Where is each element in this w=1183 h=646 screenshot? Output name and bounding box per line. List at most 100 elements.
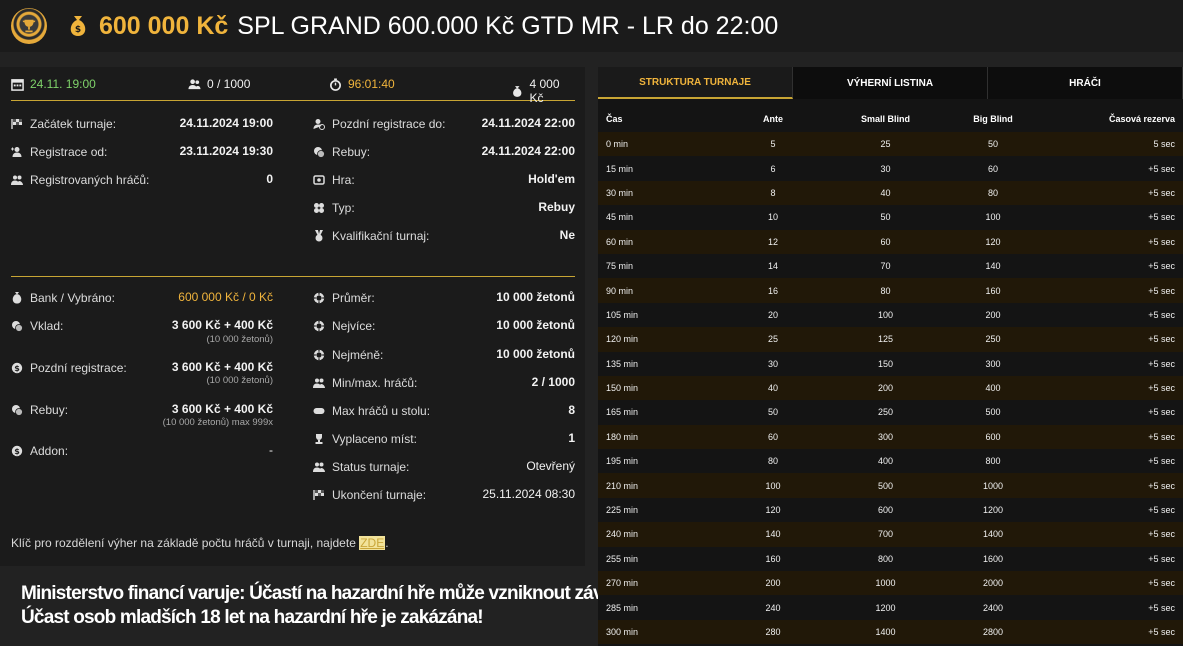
info-row-game: Hra: [313,172,355,188]
info-value-game: Hold'em [528,172,575,186]
buyin-value: 4 000 Kč [529,77,560,105]
table-cell: 5 [718,132,828,157]
money-row-least: Nejméně: [313,347,383,363]
table-cell: +5 sec [1043,546,1183,572]
money-value-late-registration: 3 600 Kč + 400 Kč [171,360,273,374]
money-value-min-max-players: 2 / 1000 [531,375,575,389]
table-row: 225 min 120 600 1200 +5 sec [598,497,1183,523]
table-cell: +5 sec [1043,253,1183,279]
table-cell: 270 min [598,571,718,596]
table-cell: 400 [943,375,1043,401]
money-value-least: 10 000 žetonů [496,347,575,361]
table-cell: +5 sec [1043,229,1183,254]
finish-flag-icon [313,490,324,500]
table-row: 195 min 80 400 800 +5 sec [598,449,1183,474]
table-cell: +5 sec [1043,327,1183,352]
table-cell: 600 [943,424,1043,450]
tab-payouts[interactable]: VÝHERNÍ LISTINA [793,67,988,99]
warning-line-2: Účast osob mladších 18 let na hazardní h… [21,607,484,628]
table-cell: 60 [718,424,828,450]
start-date-value: 24.11. 19:00 [30,77,96,91]
tab-structure[interactable]: STRUKTURA TURNAJE [598,67,793,99]
table-cell: 800 [828,546,943,572]
table-cell: +5 sec [1043,449,1183,474]
users-icon [313,462,325,472]
prize-pool-amount: 600 000 Kč [99,11,229,40]
money-sub-late-registration: (10 000 žetonů) [206,375,273,386]
user-clock-icon [313,119,325,130]
table-cell: 250 [943,327,1043,352]
money-value-average: 10 000 žetonů [496,290,575,304]
tab-players[interactable]: HRÁČI [988,67,1183,99]
table-cell: 280 [718,619,828,645]
info-row-qualification: Kvalifikační turnaj: [313,228,429,244]
table-cell: 30 [828,156,943,181]
dollar-coin-icon: $ [11,445,23,457]
flag-icon [11,119,22,129]
table-cell: 250 [828,400,943,425]
table-cell: 70 [828,253,943,279]
countdown-value: 96:01:40 [348,77,395,91]
column-header-small-blind: Small Blind [860,114,910,124]
moneybag-icon [12,292,22,304]
money-row-late-registration: $ Pozdní registrace: [11,360,127,376]
table-cell: 12 [718,229,828,254]
table-cell: 1000 [943,473,1043,498]
table-cell: 8 [718,180,828,206]
money-row-rebuy: Rebuy: [11,402,68,418]
column-header-time: Čas [606,114,623,124]
table-cell: 45 min [598,205,718,230]
table-row: 240 min 140 700 1400 +5 sec [598,522,1183,547]
info-value-registration-from: 23.11.2024 19:30 [179,144,273,158]
table-cell: 140 [943,253,1043,279]
table-cell: 1200 [828,595,943,620]
money-row-end: Ukončení turnaje: [313,487,426,503]
table-cell: +5 sec [1043,424,1183,450]
table-cell: +5 sec [1043,302,1183,328]
table-cell: 200 [718,571,828,596]
table-cell: 5 sec [1043,132,1183,157]
table-cell: 195 min [598,449,718,474]
table-cell: 16 [718,278,828,303]
money-value-deposit: 3 600 Kč + 400 Kč [171,318,273,332]
table-cell: 1200 [943,497,1043,523]
info-value-type: Rebuy [538,200,575,214]
chip-icon [313,292,325,304]
money-value-max-table: 8 [568,403,575,417]
chip-icon [313,320,325,332]
info-row-start: Začátek turnaje: [11,116,116,132]
stats-row: 24.11. 19:00 0 / 1000 96:01:40 4 000 Kč [11,67,575,105]
table-cell: 14 [718,253,828,279]
table-cell: +5 sec [1043,522,1183,547]
gambling-warning: Ministerstvo financí varuje: Účastí na h… [21,582,654,630]
players-stat: 0 / 1000 [188,77,250,91]
table-row: 30 min 8 40 80 +5 sec [598,180,1183,206]
stopwatch-icon [330,77,341,91]
table-cell: 15 min [598,156,718,181]
payout-key-link[interactable]: ZDE [359,536,386,550]
table-row: 0 min 5 25 50 5 sec [598,132,1183,157]
table-cell: 105 min [598,302,718,328]
user-add-icon [11,147,22,157]
tab-bar: STRUKTURA TURNAJE VÝHERNÍ LISTINA HRÁČI [598,67,1183,99]
table-cell: 240 min [598,522,718,547]
table-cell: 50 [718,400,828,425]
table-cell: 100 [828,302,943,328]
money-value-most: 10 000 žetonů [496,318,575,332]
info-value-late-registration: 24.11.2024 22:00 [481,116,575,130]
title-bar: $ 600 000 Kč SPL GRAND 600.000 Kč GTD MR… [0,0,1183,52]
column-header-big-blind: Big Blind [973,114,1013,124]
table-cell: +5 sec [1043,180,1183,206]
table-cell: 125 [828,327,943,352]
table-row: 45 min 10 50 100 +5 sec [598,205,1183,230]
table-body: 0 min 5 25 50 5 sec 15 min 6 30 60 +5 sec 30 min 8 4… [598,132,1183,645]
trophy-logo-icon [11,8,47,44]
table-cell: 800 [943,449,1043,474]
table-cell: 50 [943,132,1043,157]
money-value-paid-places: 1 [568,431,575,445]
table-row: 120 min 25 125 250 +5 sec [598,327,1183,352]
table-cell: 0 min [598,132,718,157]
chip-icon [313,349,325,361]
table-cell: 500 [943,400,1043,425]
money-row-addon: $ Addon: [11,443,68,459]
